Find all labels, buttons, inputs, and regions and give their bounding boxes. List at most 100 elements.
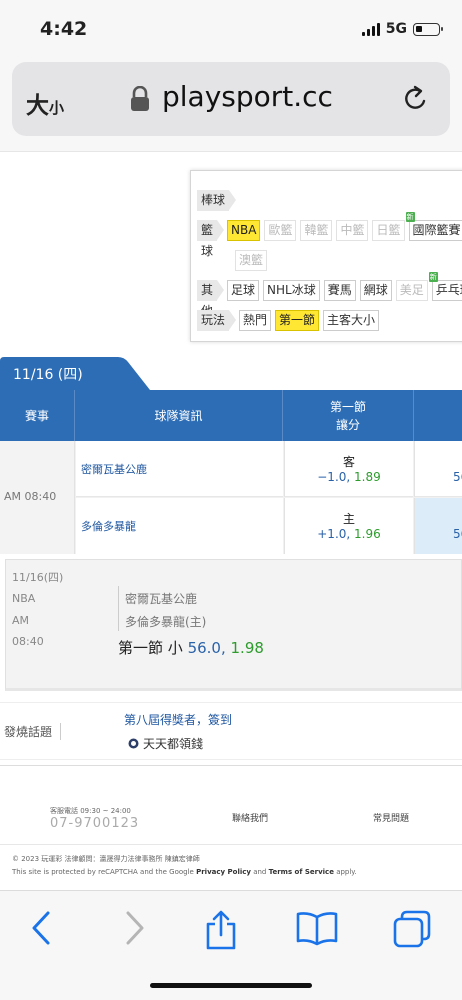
chip-intl-basketball-label: 國際籃賽 bbox=[412, 223, 461, 237]
copyright: © 2023 玩運彩 法律顧問：瀛晟得力法律事務所 陳鎮宏律師 bbox=[12, 855, 200, 863]
chip-soccer[interactable]: 足球 bbox=[227, 280, 260, 301]
header-period: 第一節 bbox=[329, 399, 366, 414]
pick-time: 08:40 bbox=[12, 635, 44, 648]
text-size-small: 小 bbox=[49, 99, 65, 117]
share-icon[interactable] bbox=[203, 909, 239, 951]
away-team-cell[interactable]: 密爾瓦基公鹿 bbox=[76, 441, 283, 497]
game-time-cell: AM 08:40 bbox=[0, 441, 75, 554]
bookmarks-icon[interactable] bbox=[294, 909, 340, 947]
chip-horse-racing[interactable]: 賽馬 bbox=[323, 280, 356, 301]
category-basketball: 籃球 bbox=[197, 220, 225, 258]
next-odds-bottom: 56 bbox=[453, 527, 462, 541]
header-match: 賽事 bbox=[0, 390, 75, 441]
chip-korea-basketball[interactable]: 韓籃 bbox=[300, 220, 333, 241]
table-header: 賽事 球隊資訊 第一節 讓分 bbox=[0, 390, 462, 441]
url-text[interactable]: playsport.cc bbox=[162, 80, 333, 113]
pick-league: NBA bbox=[12, 592, 36, 605]
footer: 客服電話 09:30 ~ 24:00 07-9700123 聯絡我們 常見問題 … bbox=[0, 765, 462, 890]
home-odds-cell[interactable]: 主 +1.0, 1.96 bbox=[284, 498, 413, 554]
hot-topic-link-2[interactable]: 天天都領錢 bbox=[128, 735, 203, 752]
service-hours: 客服電話 09:30 ~ 24:00 bbox=[50, 807, 131, 815]
home-team-name[interactable]: 多倫多暴龍 bbox=[81, 518, 136, 534]
hot-topic-2-label: 天天都領錢 bbox=[143, 737, 204, 751]
home-odds: 1.96 bbox=[354, 527, 381, 541]
reload-icon[interactable] bbox=[402, 84, 430, 114]
next-odds-cell-bottom[interactable]: 56 bbox=[414, 498, 462, 554]
menu-row-baseball: 棒球 bbox=[197, 190, 239, 211]
pick-line-label: 第一節 小 bbox=[118, 639, 183, 657]
status-icons: 5G bbox=[361, 21, 443, 37]
chip-nba[interactable]: NBA bbox=[227, 220, 261, 241]
home-label: 主 bbox=[342, 512, 355, 526]
category-other: 其他 bbox=[197, 280, 225, 318]
faq-link[interactable]: 常見問題 bbox=[373, 811, 409, 824]
menu-row-basketball-2: 澳籃 bbox=[235, 250, 271, 271]
service-phone[interactable]: 07-9700123 bbox=[50, 816, 139, 831]
chip-japan-basketball[interactable]: 日籃 bbox=[372, 220, 405, 241]
away-odds-cell[interactable]: 客 −1.0, 1.89 bbox=[284, 441, 413, 497]
category-play: 玩法 bbox=[197, 310, 237, 331]
away-odds-line: −1.0, 1.89 bbox=[285, 470, 413, 484]
date-tab[interactable]: 11/16 (四) bbox=[0, 357, 150, 390]
next-odds-top: 56 bbox=[453, 470, 462, 484]
chip-hot[interactable]: 熱門 bbox=[239, 310, 272, 331]
address-bar[interactable]: 大小 playsport.cc bbox=[12, 62, 450, 136]
pick-line-value: 56.0, bbox=[187, 639, 226, 657]
hot-topic-link-1[interactable]: 第八屆得獎者，簽到 bbox=[124, 711, 232, 728]
pick-team1: 密爾瓦基公鹿 bbox=[125, 592, 198, 606]
away-team-name[interactable]: 密爾瓦基公鹿 bbox=[81, 461, 147, 477]
tabs-icon[interactable] bbox=[392, 909, 432, 949]
home-indicator bbox=[150, 983, 312, 988]
away-handicap: −1.0, bbox=[317, 470, 351, 484]
chip-intl-basketball[interactable]: 新國際籃賽 bbox=[405, 212, 462, 241]
footer-divider bbox=[0, 844, 462, 845]
chip-china-basketball[interactable]: 中籃 bbox=[336, 220, 369, 241]
new-badge-icon: 新 bbox=[405, 212, 415, 222]
next-odds-cell-top[interactable]: 56 bbox=[414, 441, 462, 497]
back-icon[interactable] bbox=[28, 909, 54, 947]
away-label: 客 bbox=[342, 455, 355, 469]
away-odds: 1.89 bbox=[354, 470, 381, 484]
pick-ampm: AM bbox=[12, 614, 30, 627]
contact-link[interactable]: 聯絡我們 bbox=[232, 811, 268, 824]
menu-row-other: 其他 足球 NHL冰球 賽馬 網球 美足 新乒乓球 bbox=[197, 272, 462, 318]
chip-american-football[interactable]: 美足 bbox=[395, 280, 428, 301]
coin-icon bbox=[128, 738, 139, 749]
menu-row-play: 玩法 熱門 第一節 主客大小 bbox=[197, 310, 383, 331]
recaptcha-apply: apply. bbox=[336, 868, 357, 876]
chip-euro-basketball[interactable]: 歐籃 bbox=[264, 220, 297, 241]
recaptcha-and: and bbox=[253, 868, 267, 876]
pick-date: 11/16(四) bbox=[12, 571, 64, 584]
hot-topics: 發燒話題 第八屆得獎者，簽到 天天都領錢 bbox=[0, 702, 462, 760]
game-time: AM 08:40 bbox=[4, 490, 57, 503]
terms-link[interactable]: Terms of Service bbox=[269, 868, 334, 876]
forward-icon[interactable] bbox=[122, 909, 148, 947]
home-handicap: +1.0, bbox=[317, 527, 351, 541]
signal-icon bbox=[361, 22, 380, 36]
chip-australia-basketball[interactable]: 澳籃 bbox=[235, 250, 268, 271]
chip-first-quarter[interactable]: 第一節 bbox=[275, 310, 320, 331]
chip-table-tennis[interactable]: 新乒乓球 bbox=[428, 272, 462, 301]
browser-top-bar: 大小 playsport.cc bbox=[0, 60, 462, 152]
text-size-large: 大 bbox=[26, 93, 49, 119]
network-type: 5G bbox=[385, 21, 407, 37]
date-tab-label: 11/16 (四) bbox=[13, 367, 83, 383]
chip-nhl[interactable]: NHL冰球 bbox=[263, 280, 320, 301]
recaptcha-notice: This site is protected by reCAPTCHA and … bbox=[12, 868, 357, 876]
header-next bbox=[414, 390, 462, 441]
new-badge-icon: 新 bbox=[428, 272, 438, 282]
category-baseball[interactable]: 棒球 bbox=[197, 190, 237, 211]
chip-table-tennis-label: 乒乓球 bbox=[435, 283, 462, 297]
home-team-cell[interactable]: 多倫多暴龍 bbox=[76, 498, 283, 554]
game-row: AM 08:40 密爾瓦基公鹿 多倫多暴龍 客 −1.0, 1.89 主 +1.… bbox=[0, 441, 462, 554]
chip-tennis[interactable]: 網球 bbox=[359, 280, 392, 301]
home-odds-line: +1.0, 1.96 bbox=[285, 527, 413, 541]
pick-card: 11/16(四) NBA AM 08:40 密爾瓦基公鹿 多倫多暴龍(主) 第一… bbox=[5, 559, 462, 691]
menu-row-basketball: 籃球 NBA 歐籃 韓籃 中籃 日籃 新國際籃賽 bbox=[197, 212, 462, 258]
privacy-link[interactable]: Privacy Policy bbox=[196, 868, 251, 876]
chip-total[interactable]: 主客大小 bbox=[323, 310, 380, 331]
hot-topics-label: 發燒話題 bbox=[4, 723, 62, 740]
lock-icon bbox=[131, 86, 149, 111]
text-size-button[interactable]: 大小 bbox=[26, 86, 64, 120]
pick-divider bbox=[118, 586, 119, 631]
